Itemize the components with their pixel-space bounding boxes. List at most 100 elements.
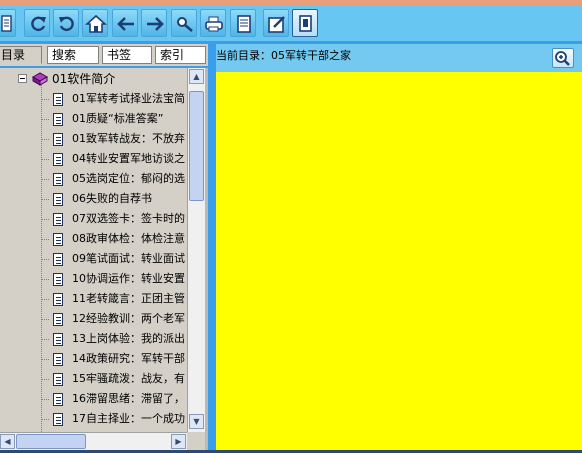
tree-connector [41, 159, 49, 160]
tree-connector [41, 119, 49, 120]
content-header: 当前目录：05军转干部之家 [216, 44, 582, 72]
document-icon [53, 333, 63, 346]
edit-icon [268, 16, 285, 33]
tree-connector [41, 219, 49, 220]
tree-connector [41, 299, 49, 300]
tree-item-label: 13上岗体验：我的派出 [72, 332, 185, 345]
tree-item-label: 01致军转战友：不放弃 [72, 132, 185, 145]
scroll-down-button[interactable]: ▼ [189, 414, 204, 429]
tree-item-label: 11老转箴言：正团主管 [72, 292, 185, 305]
zoom-in-icon [555, 51, 570, 66]
tree-connector [41, 239, 49, 240]
document-icon [53, 393, 63, 406]
document-icon [53, 273, 63, 286]
contents-tree-panel: 01软件简介 01军转考试择业法宝简 01质疑“标准答案” 01致军转战友：不放弃 0… [0, 68, 208, 450]
tree-item-label: 16滞留思绪：滞留了， [72, 392, 185, 405]
tree-item-label: 17自主择业：一个成功 [72, 412, 185, 425]
tree-connector [41, 199, 49, 200]
content-view[interactable] [216, 72, 582, 453]
tree-item-label: 09笔试面试：转业面试 [72, 252, 185, 265]
tree-root-label: 01软件简介 [52, 72, 116, 86]
toolbar [0, 5, 582, 41]
document-icon [53, 313, 63, 326]
tree-connector [41, 419, 49, 420]
tree-connector [41, 379, 49, 380]
scroll-up-button[interactable]: ▲ [189, 69, 204, 84]
document-icon [53, 293, 63, 306]
size-grip [187, 432, 205, 450]
home-icon [85, 14, 107, 33]
navigation-tabs: 目录 搜索 书签 索引 [0, 44, 212, 66]
horizontal-scrollbar[interactable]: ◀ ▶ [0, 432, 187, 450]
tree-item-label: 12经验教训：两个老军 [72, 312, 185, 325]
current-directory-value: 05军转干部之家 [271, 49, 351, 62]
collapse-toggle-icon[interactable] [18, 74, 27, 83]
tree-connector [41, 399, 49, 400]
document-icon [53, 213, 63, 226]
edit-button[interactable] [263, 9, 289, 37]
arrow-right-icon [147, 17, 164, 31]
current-directory: 当前目录：05军转干部之家 [216, 48, 351, 64]
tree-item-label: 01质疑“标准答案” [72, 112, 164, 125]
tree-connector [41, 99, 49, 100]
document-icon [53, 353, 63, 366]
tree-item-label: 01军转考试择业法宝简 [72, 92, 185, 105]
notes-button[interactable] [230, 9, 256, 37]
document-icon [53, 233, 63, 246]
document-icon [53, 373, 63, 386]
tree-connector [41, 259, 49, 260]
tab-contents[interactable]: 目录 [0, 46, 42, 64]
zoom-in-button[interactable] [552, 48, 574, 68]
contents-tree: 01软件简介 01军转考试择业法宝简 01质疑“标准答案” 01致军转战友：不放弃 0… [0, 68, 187, 432]
tree-connector [41, 279, 49, 280]
arrow-left-icon [117, 17, 134, 31]
reload-button[interactable] [53, 9, 79, 37]
bookmark-page-icon [299, 15, 312, 32]
document-icon [53, 93, 63, 106]
tree-connector [41, 339, 49, 340]
print-icon [205, 16, 223, 32]
refresh-button[interactable] [24, 9, 50, 37]
search-key-button[interactable] [171, 9, 197, 37]
reload-icon [59, 16, 74, 32]
back-button[interactable] [112, 9, 138, 37]
scroll-right-button[interactable]: ▶ [171, 434, 186, 449]
tree-item-label: 04转业安置军地访谈之 [72, 152, 185, 165]
tab-bookmarks[interactable]: 书签 [102, 46, 152, 64]
tree-connector [41, 139, 49, 140]
tree-connector [41, 319, 49, 320]
forward-button[interactable] [141, 9, 167, 37]
tree-item-label: 10协调运作：转业安置 [72, 272, 185, 285]
tree-connector [41, 359, 49, 360]
bookmark-page-button[interactable] [292, 9, 318, 37]
document-icon [53, 153, 63, 166]
panel-splitter[interactable] [208, 41, 216, 453]
document-icon [53, 413, 63, 426]
vertical-scroll-thumb[interactable] [189, 91, 204, 201]
vertical-scrollbar[interactable]: ▲ ▼ [187, 68, 205, 432]
book-icon [31, 72, 49, 86]
current-directory-label: 当前目录： [216, 49, 271, 62]
tree-item-label: 07双选签卡：签卡时的 [72, 212, 185, 225]
document-icon [53, 173, 63, 186]
key-icon [177, 17, 193, 32]
document-icon [53, 113, 63, 126]
tree-item-label: 14政策研究：军转干部 [72, 352, 185, 365]
home-button[interactable] [82, 9, 108, 37]
tree-item-label: 15牢骚疏泼：战友，有 [72, 372, 185, 385]
refresh-icon [31, 16, 46, 32]
notes-icon [237, 15, 251, 33]
tab-index[interactable]: 索引 [155, 46, 206, 64]
tree-connector [41, 179, 49, 180]
toc-button[interactable] [0, 9, 16, 37]
tree-item-label: 06失败的自荐书 [72, 192, 152, 205]
tree-item-label: 08政审体检：体检注意 [72, 232, 185, 245]
document-icon [53, 193, 63, 206]
tab-search[interactable]: 搜索 [47, 46, 99, 64]
document-icon [53, 253, 63, 266]
print-button[interactable] [200, 9, 226, 37]
horizontal-scroll-thumb[interactable] [16, 434, 86, 449]
toc-icon [1, 15, 12, 32]
scroll-left-button[interactable]: ◀ [0, 434, 15, 449]
tree-item-label: 05选岗定位：郁闷的选 [72, 172, 185, 185]
